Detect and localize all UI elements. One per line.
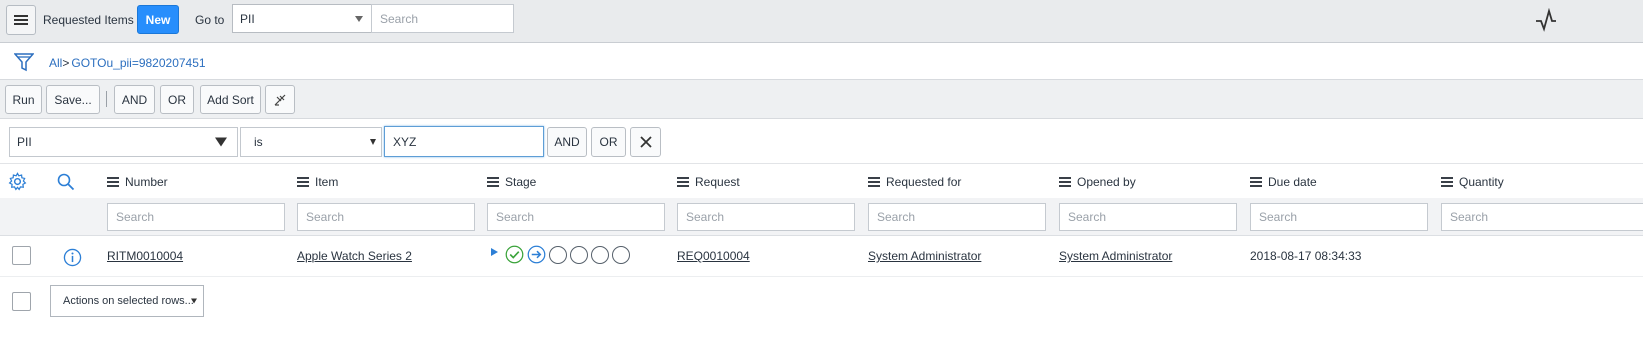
breadcrumb-separator: >: [62, 56, 70, 70]
actions-select-value: Actions on selected rows...: [63, 295, 194, 307]
filter-toolbar: Run Save... AND OR Add Sort: [0, 80, 1643, 119]
column-menu-icon[interactable]: [868, 175, 880, 189]
column-header-opened-by[interactable]: Opened by: [1059, 175, 1136, 189]
row-select-checkbox[interactable]: [12, 246, 31, 265]
column-menu-icon[interactable]: [297, 175, 309, 189]
gear-icon[interactable]: [8, 172, 27, 191]
breadcrumb-all-link[interactable]: All: [49, 56, 62, 70]
save-button[interactable]: Save...: [46, 85, 100, 114]
column-search-row: Search Search Search Search Search Searc…: [0, 198, 1643, 236]
stage-pending-icon: [591, 245, 609, 264]
column-header-number[interactable]: Number: [107, 175, 168, 189]
sort-eraser-icon: [274, 94, 286, 106]
column-menu-icon[interactable]: [1441, 175, 1453, 189]
requested-for-search-input[interactable]: Search: [868, 203, 1046, 231]
column-header-item[interactable]: Item: [297, 175, 338, 189]
or-button[interactable]: OR: [160, 85, 194, 114]
filter-condition-row: PII is XYZ AND OR: [0, 119, 1643, 164]
expand-stage-icon[interactable]: [490, 247, 499, 257]
number-cell[interactable]: RITM0010004: [107, 249, 183, 263]
chevron-down-icon: [191, 298, 197, 304]
actions-on-selected-select[interactable]: Actions on selected rows...: [50, 285, 204, 317]
due-date-cell: 2018-08-17 08:34:33: [1250, 249, 1362, 263]
goto-label: Go to: [195, 13, 225, 27]
condition-or-button[interactable]: OR: [591, 127, 626, 157]
column-menu-icon[interactable]: [107, 175, 119, 189]
search-icon[interactable]: [57, 173, 75, 191]
due-date-search-input[interactable]: Search: [1250, 203, 1428, 231]
column-menu-icon[interactable]: [1059, 175, 1071, 189]
column-header-stage[interactable]: Stage: [487, 175, 536, 189]
condition-field-value: PII: [17, 135, 32, 149]
breadcrumb-bar: All> GOTOu_pii=9820207451: [0, 43, 1643, 80]
chevron-down-icon: [355, 15, 363, 22]
stage-current-icon: [527, 245, 546, 264]
column-header-label: Request: [695, 175, 740, 189]
opened-by-cell[interactable]: System Administrator: [1059, 249, 1172, 263]
stage-pending-icon: [549, 245, 567, 264]
condition-operator-value: is: [254, 135, 263, 149]
clear-sort-button[interactable]: [265, 85, 295, 114]
request-search-input[interactable]: Search: [677, 203, 855, 231]
column-header-label: Requested for: [886, 175, 962, 189]
list-title: Requested Items: [43, 13, 134, 27]
and-button[interactable]: AND: [114, 85, 155, 114]
column-header-label: Quantity: [1459, 175, 1504, 189]
run-button[interactable]: Run: [5, 85, 42, 114]
info-icon[interactable]: [63, 248, 82, 267]
condition-operator-select[interactable]: is: [240, 127, 382, 157]
request-cell[interactable]: REQ0010004: [677, 249, 750, 263]
column-header-requested-for[interactable]: Requested for: [868, 175, 961, 189]
column-header-label: Due date: [1268, 175, 1317, 189]
goto-search-input[interactable]: Search: [371, 4, 514, 33]
stage-pending-icon: [570, 245, 588, 264]
list-header: Requested Items New Go to PII Search: [0, 0, 1643, 43]
toolbar-divider: [106, 91, 107, 107]
hamburger-icon: [14, 15, 28, 25]
hamburger-menu-button[interactable]: [6, 5, 36, 35]
stage-cell[interactable]: [490, 245, 630, 264]
remove-condition-button[interactable]: [630, 127, 661, 157]
condition-value-input[interactable]: XYZ: [384, 126, 544, 157]
column-menu-icon[interactable]: [487, 175, 499, 189]
column-header-label: Item: [315, 175, 339, 189]
activity-pulse-icon[interactable]: [1534, 8, 1558, 32]
column-header-label: Stage: [505, 175, 537, 189]
stage-complete-icon: [505, 245, 524, 264]
table-header: Number Item Stage Request Requested for …: [0, 164, 1643, 199]
column-header-label: Opened by: [1077, 175, 1136, 189]
column-menu-icon[interactable]: [1250, 175, 1262, 189]
breadcrumb: All> GOTOu_pii=9820207451: [49, 56, 206, 70]
opened-by-search-input[interactable]: Search: [1059, 203, 1237, 231]
item-cell[interactable]: Apple Watch Series 2: [297, 249, 412, 263]
add-sort-button[interactable]: Add Sort: [200, 85, 261, 114]
requested-for-cell[interactable]: System Administrator: [868, 249, 981, 263]
quantity-search-input[interactable]: Search: [1441, 203, 1643, 231]
chevron-down-icon: [215, 137, 227, 147]
item-search-input[interactable]: Search: [297, 203, 475, 231]
column-header-request[interactable]: Request: [677, 175, 740, 189]
breadcrumb-filter-link[interactable]: GOTOu_pii=9820207451: [71, 56, 205, 70]
stage-search-input[interactable]: Search: [487, 203, 665, 231]
number-search-input[interactable]: Search: [107, 203, 285, 231]
condition-field-select[interactable]: PII: [9, 127, 238, 157]
goto-field-value: PII: [240, 11, 255, 26]
column-menu-icon[interactable]: [677, 175, 689, 189]
column-header-due-date[interactable]: Due date: [1250, 175, 1317, 189]
goto-field-select[interactable]: PII: [232, 4, 372, 33]
column-header-quantity[interactable]: Quantity: [1441, 175, 1504, 189]
new-button[interactable]: New: [137, 5, 179, 34]
filter-funnel-icon[interactable]: [14, 51, 34, 73]
list-footer: Actions on selected rows...: [0, 277, 1643, 327]
stage-pending-icon: [612, 245, 630, 264]
select-all-checkbox[interactable]: [12, 292, 31, 311]
column-header-label: Number: [125, 175, 168, 189]
condition-and-button[interactable]: AND: [547, 127, 587, 157]
close-icon: [639, 136, 652, 148]
chevron-down-icon: [370, 139, 376, 145]
table-row[interactable]: RITM0010004 Apple Watch Series 2 REQ0010…: [0, 236, 1643, 277]
